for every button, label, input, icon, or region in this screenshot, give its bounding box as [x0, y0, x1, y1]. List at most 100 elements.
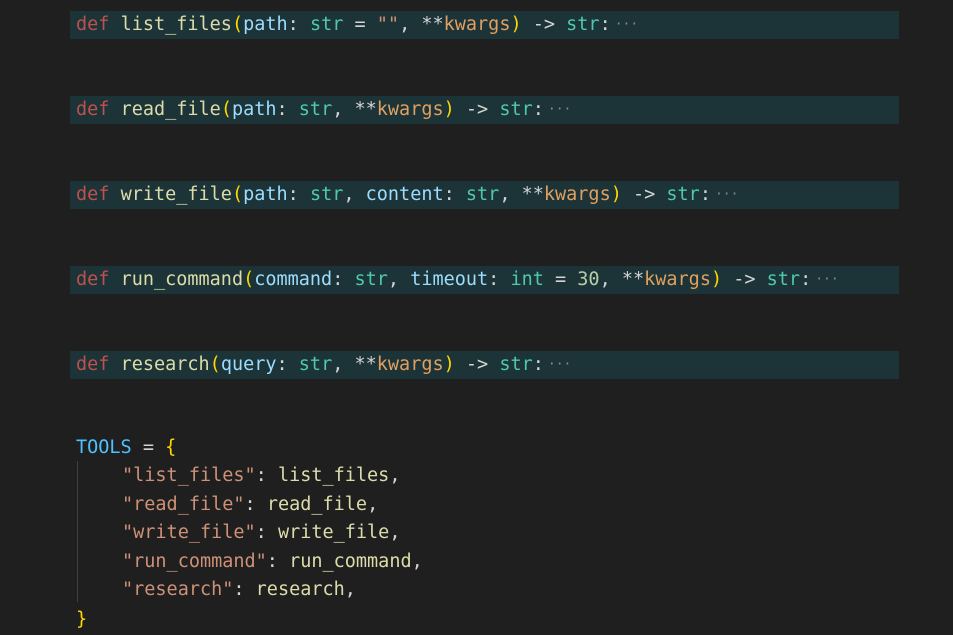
entry-comma: , [344, 579, 356, 600]
def-keyword: def [76, 14, 110, 35]
return-arrow: -> [621, 184, 667, 205]
folded-function-line[interactable]: def list_files(path: str = "", **kwargs)… [70, 11, 899, 39]
kwargs-prefix: ** [421, 14, 444, 35]
def-keyword: def [76, 184, 110, 205]
entry-key: "list_files" [122, 465, 256, 486]
fold-ellipsis-icon[interactable]: ··· [548, 357, 571, 372]
def-keyword: def [76, 99, 110, 120]
open-paren: ( [231, 184, 244, 205]
default-value: "" [376, 14, 400, 35]
param-name: command [254, 269, 333, 290]
return-type: str [766, 269, 801, 290]
close-paren: ) [610, 184, 622, 205]
type-colon: : [332, 269, 355, 290]
entry-key: "research" [122, 579, 234, 600]
param-separator: , [343, 184, 366, 205]
def-keyword: def [76, 269, 110, 290]
param-separator: , [332, 99, 355, 120]
open-paren: ( [231, 14, 244, 35]
entry-colon: : [255, 465, 278, 486]
def-colon: : [800, 269, 812, 290]
param-name: kwargs [443, 14, 511, 35]
param-separator: , [499, 184, 522, 205]
def-colon: : [532, 99, 544, 120]
open-paren: ( [220, 99, 232, 120]
tools-entry: "run_command": run_command, [76, 548, 423, 576]
type-colon: : [276, 99, 299, 120]
fold-ellipsis-icon[interactable]: ··· [815, 272, 838, 287]
param-type: str [354, 269, 388, 290]
close-paren: ) [510, 14, 522, 35]
entry-value: write_file [277, 522, 390, 543]
default-op: = [543, 269, 578, 290]
param-type: str [298, 99, 333, 120]
type-colon: : [287, 14, 310, 35]
param-name: kwargs [376, 99, 444, 120]
param-separator: , [332, 354, 355, 375]
entry-colon: : [233, 579, 256, 600]
return-arrow: -> [454, 354, 500, 375]
param-name: content [365, 184, 444, 205]
entry-comma: , [411, 550, 423, 572]
return-arrow: -> [521, 14, 567, 35]
def-colon: : [699, 184, 711, 205]
function-name: read_file [120, 99, 221, 120]
assign-op: = [131, 437, 166, 458]
kwargs-prefix: ** [354, 99, 377, 120]
type-colon: : [287, 184, 310, 205]
entry-key: "run_command" [122, 550, 267, 572]
entry-value: research [255, 579, 345, 600]
tools-entry: "write_file": write_file, [76, 519, 400, 547]
param-type: str [298, 354, 333, 375]
function-name: write_file [120, 184, 232, 205]
code-editor[interactable]: def list_files(path: str = "", **kwargs)… [0, 0, 953, 635]
open-paren: ( [209, 354, 221, 375]
param-separator: , [599, 269, 622, 290]
def-keyword: def [76, 354, 110, 375]
param-separator: , [387, 269, 411, 290]
entry-comma: , [389, 465, 401, 486]
type-colon: : [443, 184, 466, 205]
return-type: str [499, 354, 533, 375]
kwargs-prefix: ** [354, 354, 377, 375]
def-colon: : [599, 14, 611, 35]
default-op: = [343, 14, 377, 35]
tools-entry: "read_file": read_file, [76, 491, 378, 519]
kwargs-prefix: ** [621, 269, 645, 290]
entry-key: "write_file" [122, 522, 256, 543]
param-name: path [243, 184, 288, 205]
entry-colon: : [255, 522, 278, 543]
kwargs-prefix: ** [521, 184, 544, 205]
tools-entry: "research": research, [76, 576, 356, 604]
param-separator: , [399, 14, 422, 35]
close-paren: ) [443, 354, 455, 375]
fold-ellipsis-icon[interactable]: ··· [715, 187, 738, 202]
entry-value: list_files [277, 465, 390, 486]
param-type: int [510, 269, 544, 290]
return-arrow: -> [722, 269, 767, 290]
return-type: str [566, 14, 600, 35]
folded-function-line[interactable]: def read_file(path: str, **kwargs) -> st… [70, 96, 899, 124]
folded-function-line[interactable]: def write_file(path: str, content: str, … [70, 181, 899, 209]
entry-comma: , [389, 522, 401, 543]
param-type: str [309, 14, 344, 35]
type-colon: : [276, 354, 299, 375]
param-name: timeout [410, 269, 489, 290]
fold-ellipsis-icon[interactable]: ··· [548, 102, 571, 117]
param-type: str [309, 184, 344, 205]
close-brace: } [76, 609, 88, 630]
param-type: str [465, 184, 500, 205]
type-colon: : [488, 269, 511, 290]
def-colon: : [532, 354, 544, 375]
return-type: str [499, 99, 533, 120]
close-paren: ) [710, 269, 723, 290]
open-brace: { [165, 437, 177, 458]
close-paren: ) [443, 99, 455, 120]
return-type: str [666, 184, 700, 205]
param-name: path [231, 99, 277, 120]
fold-ellipsis-icon[interactable]: ··· [615, 17, 638, 32]
return-arrow: -> [454, 99, 500, 120]
entry-colon: : [266, 550, 290, 572]
folded-function-line[interactable]: def research(query: str, **kwargs) -> st… [70, 351, 899, 379]
folded-function-line[interactable]: def run_command(command: str, timeout: i… [70, 266, 899, 294]
